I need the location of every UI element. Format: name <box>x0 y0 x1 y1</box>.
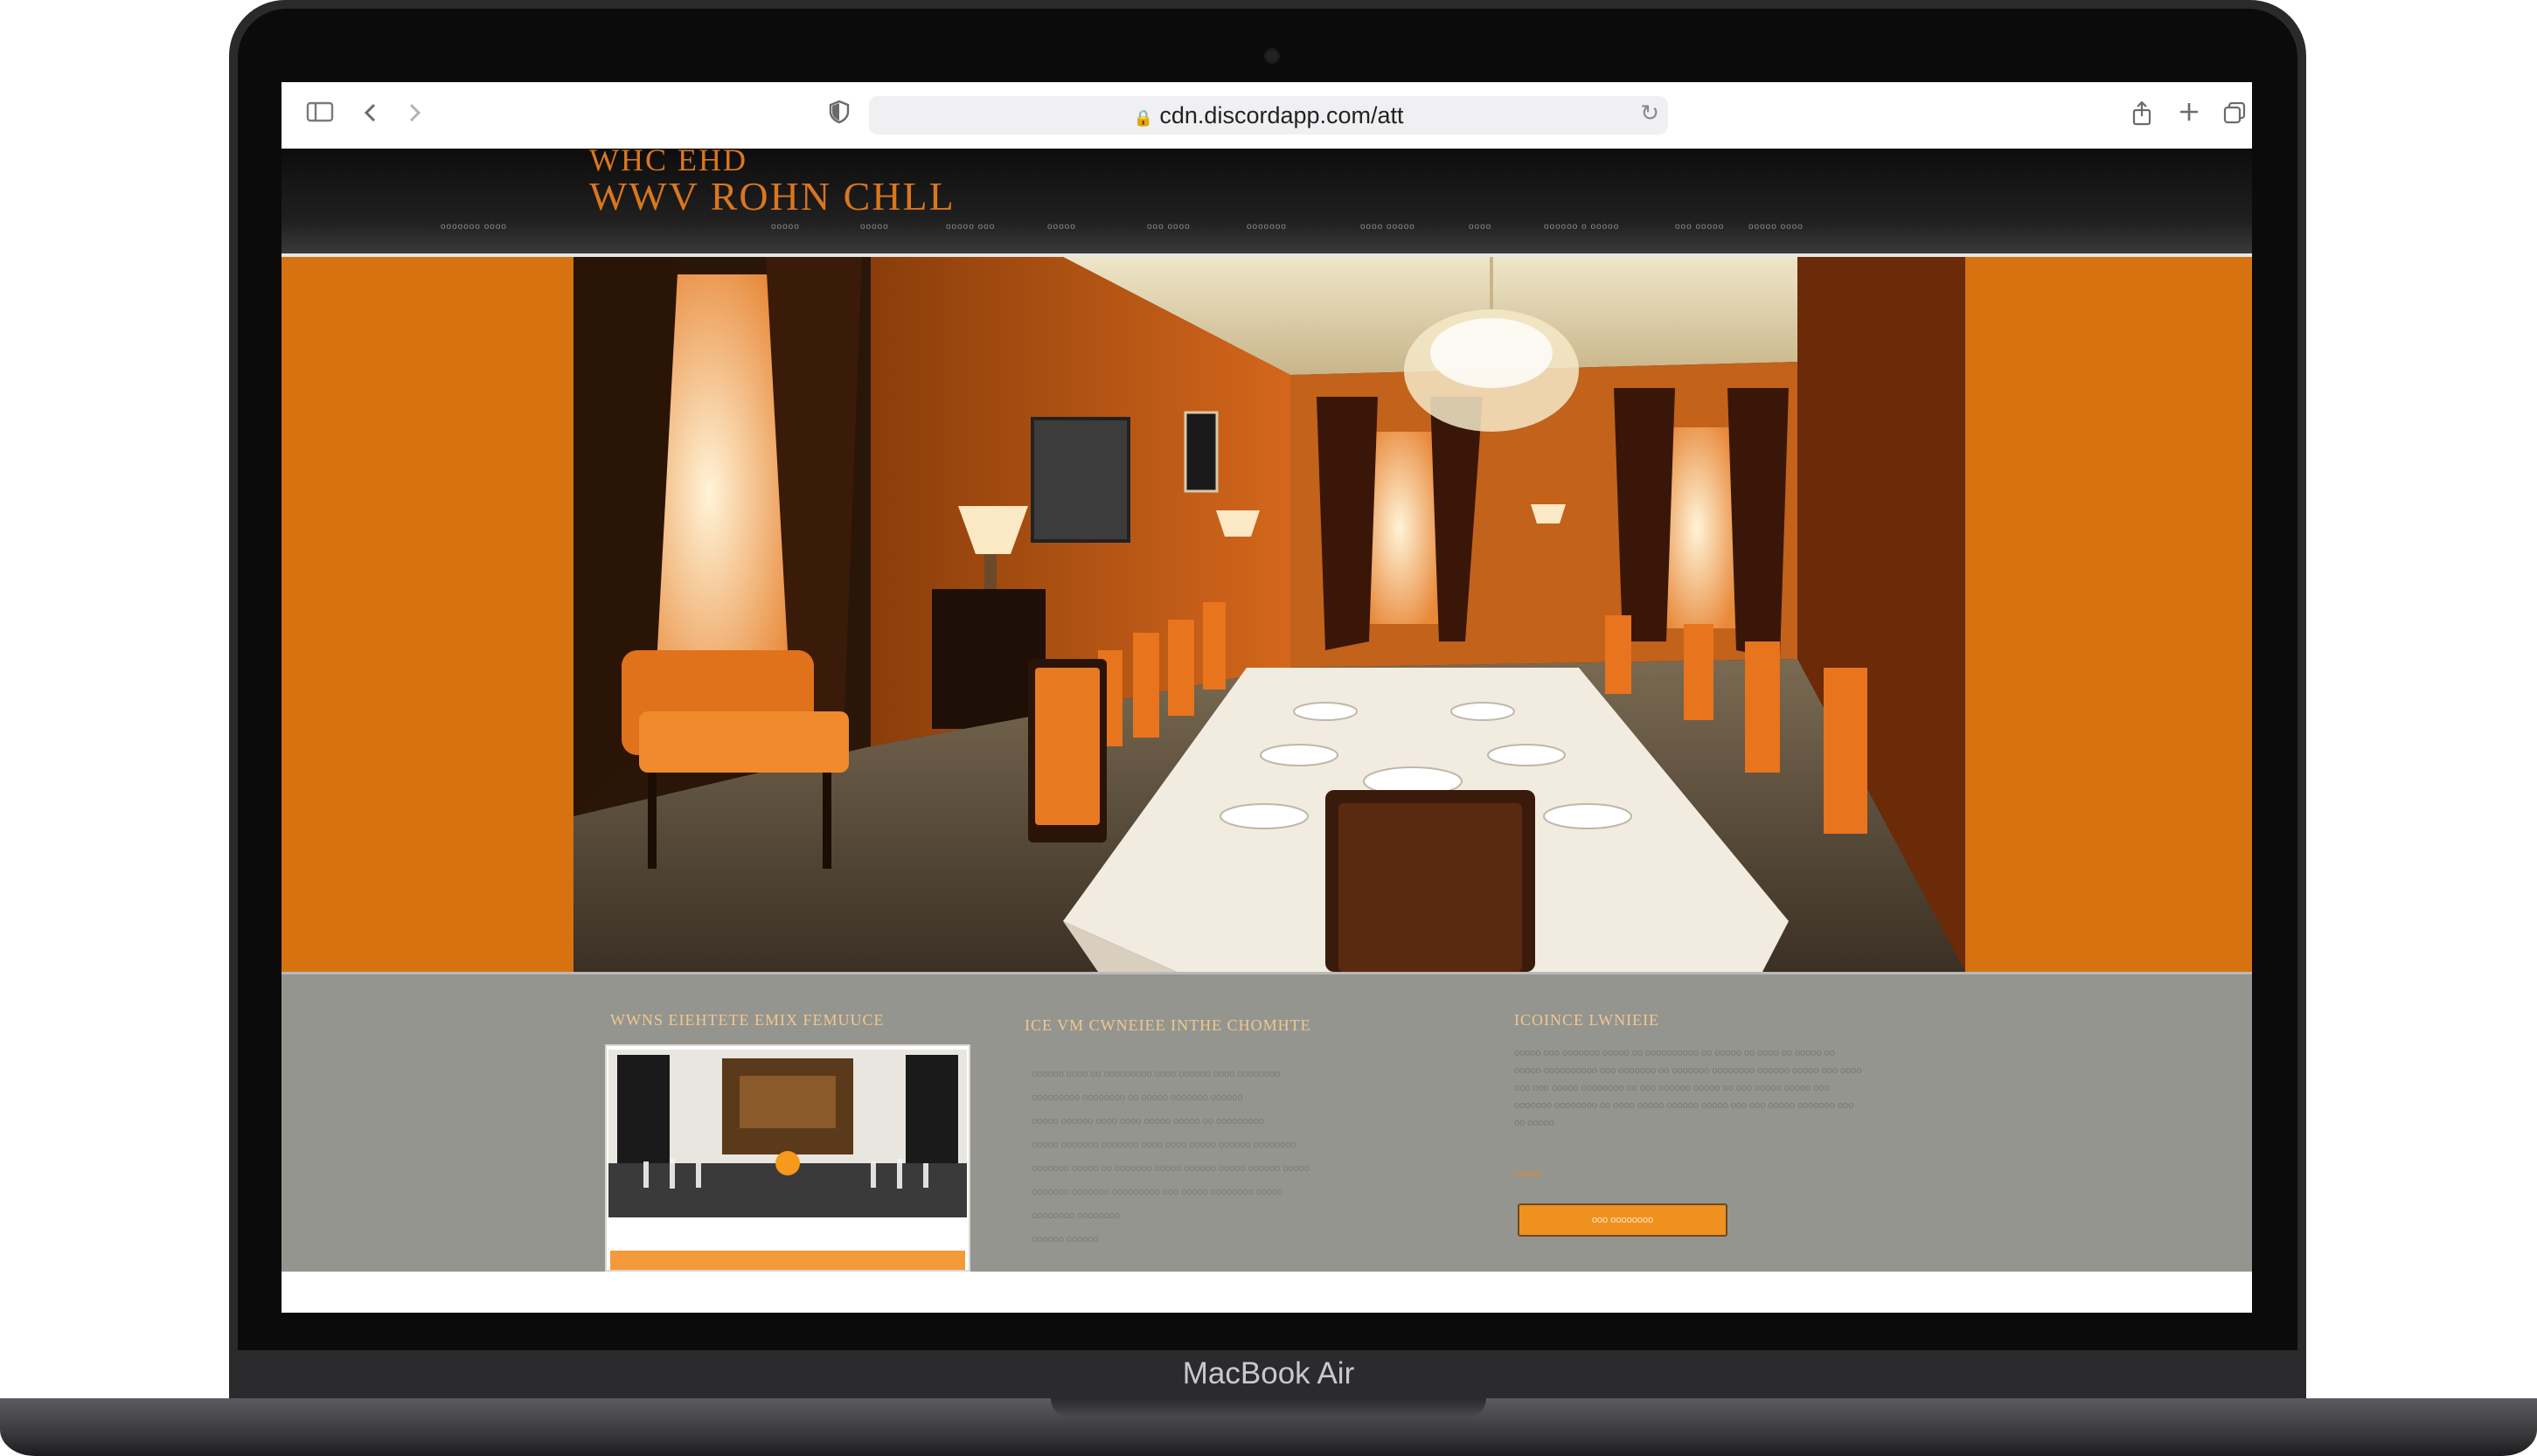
read-more-link[interactable]: ooooo <box>1514 1168 1541 1179</box>
model-label: MacBook Air <box>1182 1356 1355 1390</box>
new-tab-icon[interactable] <box>2173 100 2205 131</box>
list-item: ooooooo ooooo oo ooooooo ooooo oooooo oo… <box>1032 1163 1310 1174</box>
paragraph-line: oo ooooo <box>1514 1118 1554 1128</box>
nav-item[interactable]: ooooo ooo <box>946 222 995 232</box>
shield-icon[interactable] <box>824 100 855 131</box>
list-item: ooooooooo oooooooo oo ooooo ooooooo oooo… <box>1032 1092 1243 1103</box>
list-item: oooooo oooo oo ooooooooo oooo oooooo ooo… <box>1032 1069 1281 1079</box>
list-item: ooooooo ooooooo ooooooooo ooo ooooo oooo… <box>1032 1187 1283 1197</box>
nav-item[interactable]: ooooooo oooo <box>441 222 507 232</box>
nav-item[interactable]: oooooo o ooooo <box>1544 222 1619 232</box>
page-footer <box>282 1272 2252 1313</box>
paragraph-line: ooo ooo ooooo oooooooo oo ooo oooooo ooo… <box>1514 1083 1830 1093</box>
browser-screen: 🔒 cdn.discordapp.com/att ↻ WHC EHD WWV R… <box>282 82 2252 1313</box>
column-2-title: ICE VM CWNEIEE INTHE CHOMHTE <box>1025 1016 1311 1034</box>
list-item: ooooo oooooo oooo oooo ooooo ooooo oo oo… <box>1032 1116 1265 1127</box>
browser-toolbar: 🔒 cdn.discordapp.com/att ↻ <box>282 82 2252 149</box>
nav-item[interactable]: ooo oooo <box>1147 222 1191 232</box>
reload-icon[interactable]: ↻ <box>1640 100 1659 127</box>
site-header: WHC EHD WWV ROHN CHLL ooooooo oooo ooooo o… <box>282 142 2252 257</box>
camera-icon <box>1264 48 1280 64</box>
nav-item[interactable]: oooo <box>1469 222 1491 232</box>
site-logo[interactable]: WWV ROHN CHLL <box>589 173 956 219</box>
list-item: oooooo oooooo <box>1032 1234 1099 1245</box>
paragraph-line: ooooooo oooooooo oo oooo ooooo oooooo oo… <box>1514 1100 1854 1111</box>
nav-item[interactable]: ooooooo <box>1247 222 1287 232</box>
nav-item[interactable]: ooo ooooo <box>1675 222 1724 232</box>
nav-item[interactable]: ooooo <box>1047 222 1076 232</box>
lid-notch <box>1051 1398 1486 1418</box>
nav-item[interactable]: ooooo oooo <box>1748 222 1804 232</box>
list-item: ooooo ooooooo ooooooo oooo oooo ooooo oo… <box>1032 1140 1296 1150</box>
cta-button[interactable]: ooo oooooooo <box>1518 1203 1727 1237</box>
tabs-icon[interactable] <box>2219 100 2250 131</box>
column-1-title: WWNS EIEHTETE EMIX FEMUUCE <box>610 1011 885 1029</box>
share-icon[interactable] <box>2126 100 2158 131</box>
nav-item[interactable]: ooooo <box>771 222 800 232</box>
paragraph-line: ooooo oooooooooo ooo ooooooo oo ooooooo … <box>1514 1065 1862 1076</box>
lock-icon: 🔒 <box>1133 109 1153 127</box>
column-3-title: ICOINCE LWNIEIE <box>1514 1011 1660 1029</box>
hero-banner <box>282 257 2252 974</box>
content-section: WWNS EIEHTETE EMIX FEMUUCE ICE VM CWNEIE… <box>282 974 2252 1272</box>
dining-room-photo <box>573 257 1965 972</box>
nav-item[interactable]: ooooo <box>860 222 889 232</box>
forward-icon[interactable] <box>399 100 430 131</box>
back-icon[interactable] <box>355 100 386 131</box>
thumbnail-caption-bar <box>610 1251 965 1270</box>
nav-item[interactable]: oooo ooooo <box>1360 222 1415 232</box>
url-text[interactable]: 🔒 cdn.discordapp.com/att <box>869 102 1668 129</box>
paragraph-line: ooooo ooo ooooooo ooooo oo oooooooooo oo… <box>1514 1048 1836 1058</box>
sidebar-icon[interactable] <box>304 100 336 131</box>
list-item: oooooooo oooooooo <box>1032 1210 1120 1221</box>
address-bar[interactable]: 🔒 cdn.discordapp.com/att ↻ <box>869 96 1668 135</box>
url-label: cdn.discordapp.com/att <box>1159 102 1404 128</box>
thumbnail-image[interactable] <box>605 1044 970 1272</box>
